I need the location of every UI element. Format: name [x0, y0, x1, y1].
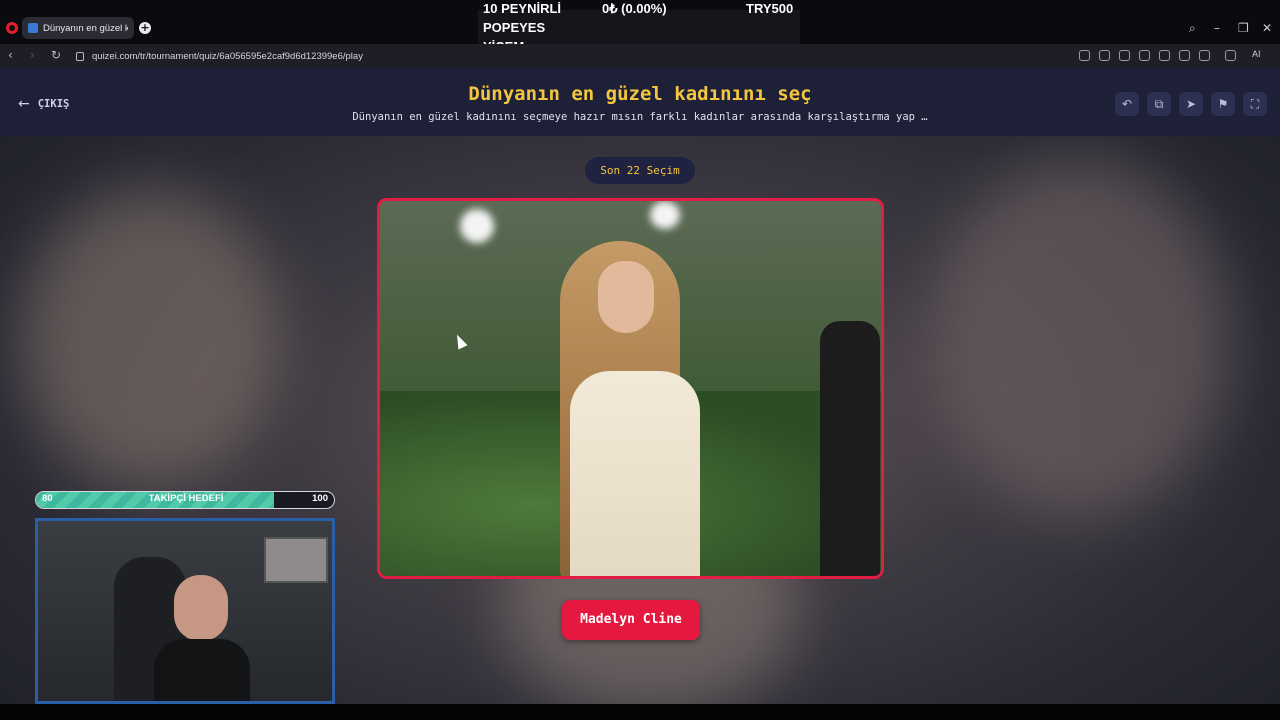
shield-icon[interactable]: [1119, 50, 1130, 61]
webcam-streamer-body: [154, 639, 250, 701]
share-button[interactable]: ⧉: [1147, 92, 1171, 116]
follower-goal-bar: 80 TAKİPÇİ HEDEFİ 100: [35, 491, 335, 509]
menu-icon[interactable]: [1179, 50, 1190, 61]
photo-face: [598, 261, 654, 333]
goal-target: 100: [312, 493, 328, 504]
photo-bystander: [820, 321, 880, 576]
undo-button[interactable]: ↶: [1115, 92, 1139, 116]
browser-tab[interactable]: Dünyanın en güzel kadınını: [22, 17, 134, 39]
reload-icon[interactable]: ↻: [51, 48, 61, 62]
new-tab-button[interactable]: +: [139, 22, 151, 34]
opera-logo-icon[interactable]: [6, 22, 18, 34]
minimize-icon[interactable]: –: [1214, 21, 1220, 35]
search-icon[interactable]: ⌕: [1189, 21, 1196, 36]
flag-button[interactable]: ⚑: [1211, 92, 1235, 116]
browser-tabbar: Dünyanın en güzel kadınını + 10 PEYNİRLİ…: [0, 0, 1280, 54]
fullscreen-button[interactable]: ⛶: [1243, 92, 1267, 116]
send-button[interactable]: ➤: [1179, 92, 1203, 116]
edit-icon[interactable]: [1079, 50, 1090, 61]
back-icon[interactable]: ‹: [8, 48, 13, 62]
url-field[interactable]: quizei.com/tr/tournament/quiz/6a056595e2…: [70, 46, 1218, 66]
ticker-line-2: POPEYES: [483, 20, 546, 35]
round-badge: Son 22 Seçim: [585, 157, 695, 184]
webcam-poster: [264, 537, 328, 583]
photo-outfit: [570, 371, 700, 576]
flag-icon: ⚑: [1217, 97, 1229, 111]
restore-icon[interactable]: ❐: [1238, 21, 1249, 35]
profile-icon[interactable]: [1199, 50, 1210, 61]
page-header: ← ÇIKIŞ Dünyanın en güzel kadınını seç D…: [0, 68, 1280, 136]
page-title: Dünyanın en güzel kadınını seç: [468, 83, 812, 105]
background-blur: [20, 188, 280, 488]
forward-icon[interactable]: ›: [30, 48, 35, 62]
share-icon: ⧉: [1154, 96, 1164, 111]
url-text: quizei.com/tr/tournament/quiz/6a056595e2…: [92, 50, 363, 62]
webcam-overlay: [35, 518, 335, 704]
lock-icon: [76, 51, 84, 61]
favicon-icon: [28, 23, 38, 33]
address-bar: ‹ › ↻ quizei.com/tr/tournament/quiz/6a05…: [0, 44, 1280, 68]
goal-label: TAKİPÇİ HEDEFİ: [148, 493, 224, 504]
fullscreen-icon: ⛶: [1250, 96, 1260, 111]
webcam-streamer-face: [174, 575, 228, 641]
download-icon[interactable]: [1159, 50, 1170, 61]
ticker-line-1: 10 PEYNİRLİ: [483, 1, 562, 16]
extension-icon[interactable]: [1225, 50, 1236, 61]
tab-title: Dünyanın en güzel kadınını: [43, 22, 128, 34]
undo-icon: ↶: [1121, 97, 1133, 111]
page-subtitle: Dünyanın en güzel kadınını seçmeye hazır…: [352, 111, 928, 123]
heart-icon[interactable]: [1139, 50, 1150, 61]
camera-icon[interactable]: [1099, 50, 1110, 61]
contestant-photo[interactable]: [377, 198, 884, 579]
stream-ticker: 10 PEYNİRLİ POPEYES YİCEM 0₺ (0.00%) TRY…: [478, 0, 800, 54]
photo-light: [460, 209, 494, 243]
ticker-balance: 0₺ (0.00%): [602, 1, 667, 16]
ai-button[interactable]: AI: [1252, 49, 1261, 59]
choice-button[interactable]: Madelyn Cline: [562, 600, 700, 640]
close-icon[interactable]: ✕: [1262, 21, 1272, 35]
send-icon: ➤: [1185, 97, 1197, 111]
ticker-goal-amount: TRY500: [746, 1, 794, 16]
background-blur: [930, 158, 1230, 518]
photo-light: [650, 201, 680, 229]
bottom-strip: [0, 704, 1280, 720]
